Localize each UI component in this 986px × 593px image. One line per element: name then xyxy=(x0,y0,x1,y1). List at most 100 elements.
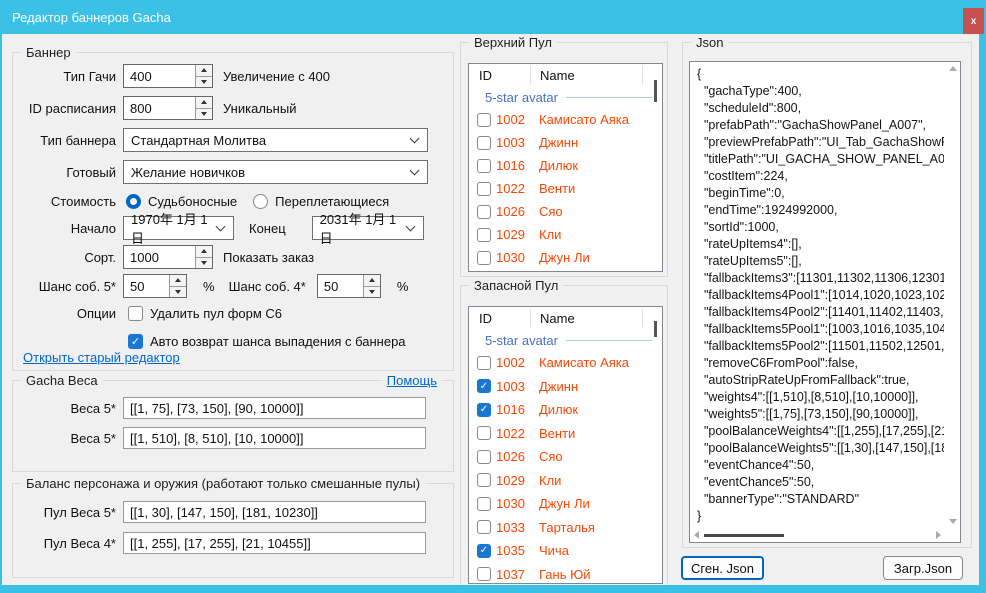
row-checkbox[interactable] xyxy=(477,205,491,219)
json-line: "poolBalanceWeights4":[[1,255],[17,255],… xyxy=(697,423,944,440)
list-item: 1003Джинн xyxy=(469,131,662,154)
weights5-input-2[interactable]: [[1, 510], [8, 510], [10, 10000]] xyxy=(123,427,426,449)
row-checkbox[interactable] xyxy=(477,520,491,534)
cost-radio-acquaint[interactable] xyxy=(126,194,141,209)
pool-weights4-input[interactable]: [[1, 255], [17, 255], [21, 10455]] xyxy=(123,532,426,554)
row-checkbox[interactable] xyxy=(477,251,491,265)
gacha-type-spinner[interactable]: 400 xyxy=(123,64,213,88)
banner-group-label: Баннер xyxy=(21,45,76,60)
chance4-value[interactable]: 50 xyxy=(318,275,363,297)
row-id: 1002 xyxy=(496,355,536,370)
row-checkbox[interactable] xyxy=(477,356,491,370)
spin-up-button[interactable] xyxy=(196,97,212,109)
row-checkbox[interactable] xyxy=(477,113,491,127)
arrow-up-icon xyxy=(201,68,207,72)
cost-radio-intertwined[interactable] xyxy=(253,194,268,209)
preset-select[interactable]: Желание новичков xyxy=(123,160,428,184)
json-line: "rateUpItems4":[], xyxy=(697,236,944,253)
balance-group: Баланс персонажа и оружия (работают толь… xyxy=(12,483,454,578)
row-checkbox[interactable]: ✓ xyxy=(477,544,491,558)
sort-row: Сорт. 1000 Показать заказ xyxy=(13,245,453,269)
json-line: "weights5":[[1,75],[73,150],[90,10000]], xyxy=(697,406,944,423)
banner-group: Баннер Тип Гачи 400 Увеличение с 400 ID … xyxy=(12,52,454,371)
options-label: Опции xyxy=(13,306,116,321)
scrollbar-thumb[interactable] xyxy=(654,80,657,102)
json-line: "scheduleId":800, xyxy=(697,100,944,117)
json-line: "eventChance5":50, xyxy=(697,474,944,491)
row-checkbox[interactable] xyxy=(477,426,491,440)
spin-down-button[interactable] xyxy=(170,287,186,298)
begin-date-value: 1970年 1月 1日 xyxy=(131,209,211,247)
begin-date-label: Начало xyxy=(13,221,116,236)
sort-spinner[interactable]: 1000 xyxy=(123,245,213,269)
row-checkbox[interactable] xyxy=(477,136,491,150)
weights5-label-2: Веса 5* xyxy=(13,431,116,446)
spin-down-button[interactable] xyxy=(196,77,212,88)
generate-json-button[interactable]: Сген. Json xyxy=(681,556,764,580)
end-date-picker[interactable]: 2031年 1月 1日 xyxy=(312,216,424,240)
row-id: 1033 xyxy=(496,520,536,535)
json-line: "bannerType":"STANDARD" xyxy=(697,491,944,508)
reserve-pool-group: Запасной Пул ID Name 5-star avatar 1002К… xyxy=(460,285,668,585)
chance5-spinner[interactable]: 50 xyxy=(123,274,187,298)
schedule-id-label: ID расписания xyxy=(13,101,116,116)
scroll-up-icon[interactable] xyxy=(949,66,957,71)
dates-row: Начало 1970年 1月 1日 Конец 2031年 1月 1日 xyxy=(13,216,453,240)
row-id: 1026 xyxy=(496,204,536,219)
row-checkbox[interactable]: ✓ xyxy=(477,379,491,393)
spin-down-button[interactable] xyxy=(364,287,380,298)
gacha-type-value[interactable]: 400 xyxy=(124,65,195,87)
schedule-id-value[interactable]: 800 xyxy=(124,97,195,119)
json-line: "endTime":1924992000, xyxy=(697,202,944,219)
chance4-spinner[interactable]: 50 xyxy=(317,274,381,298)
scrollbar-thumb[interactable] xyxy=(654,321,657,337)
column-separator xyxy=(642,66,643,84)
cost-label: Стоимость xyxy=(13,194,116,209)
row-checkbox[interactable] xyxy=(477,497,491,511)
scroll-right-icon[interactable] xyxy=(936,531,941,539)
row-name: Сяо xyxy=(539,449,563,464)
row-id: 1016 xyxy=(496,158,536,173)
id-column-header: ID xyxy=(469,311,530,326)
horizontal-scrollbar[interactable] xyxy=(690,528,945,542)
scrollbar-thumb[interactable] xyxy=(704,534,784,537)
row-checkbox[interactable] xyxy=(477,450,491,464)
begin-date-picker[interactable]: 1970年 1月 1日 xyxy=(123,216,234,240)
help-link[interactable]: Помощь xyxy=(383,373,441,388)
banner-type-select[interactable]: Стандартная Молитва xyxy=(123,128,428,152)
row-checkbox[interactable] xyxy=(477,567,491,581)
row-checkbox[interactable] xyxy=(477,228,491,242)
row-checkbox[interactable] xyxy=(477,159,491,173)
end-date-value: 2031年 1月 1日 xyxy=(320,209,401,247)
sort-hint: Показать заказ xyxy=(223,250,314,265)
auto-return-checkbox[interactable]: ✓ xyxy=(128,334,143,349)
list-item: 1026Сяо xyxy=(469,445,662,469)
spin-down-button[interactable] xyxy=(196,109,212,120)
row-checkbox[interactable] xyxy=(477,473,491,487)
spin-up-button[interactable] xyxy=(196,65,212,77)
spin-up-button[interactable] xyxy=(364,275,380,287)
json-textarea[interactable]: { "gachaType":400, "scheduleId":800, "pr… xyxy=(689,61,961,543)
spin-down-button[interactable] xyxy=(196,258,212,269)
close-button[interactable]: x xyxy=(963,8,984,34)
scroll-down-icon[interactable] xyxy=(949,519,957,524)
scroll-left-icon[interactable] xyxy=(694,531,699,539)
load-json-button[interactable]: Загр.Json xyxy=(883,556,963,580)
schedule-id-spinner[interactable]: 800 xyxy=(123,96,213,120)
vertical-scrollbar[interactable] xyxy=(945,62,960,528)
pool-weights5-input[interactable]: [[1, 30], [147, 150], [181, 10230]] xyxy=(123,501,426,523)
remove-c6-checkbox[interactable] xyxy=(128,306,143,321)
row-checkbox[interactable]: ✓ xyxy=(477,403,491,417)
banner-type-value: Стандартная Молитва xyxy=(131,133,266,148)
sort-value[interactable]: 1000 xyxy=(124,246,195,268)
list-header: ID Name xyxy=(469,64,662,86)
column-separator xyxy=(642,309,643,327)
spin-up-button[interactable] xyxy=(170,275,186,287)
open-old-editor-link[interactable]: Открыть старый редактор xyxy=(23,350,180,365)
json-line: "fallbackItems3":[11301,11302,11306,1230… xyxy=(697,270,944,287)
row-checkbox[interactable] xyxy=(477,182,491,196)
spin-up-button[interactable] xyxy=(196,246,212,258)
chance5-value[interactable]: 50 xyxy=(124,275,169,297)
weights5-input-1[interactable]: [[1, 75], [73, 150], [90, 10000]] xyxy=(123,397,426,419)
pool-weights4-value: [[1, 255], [17, 255], [21, 10455]] xyxy=(130,536,311,551)
